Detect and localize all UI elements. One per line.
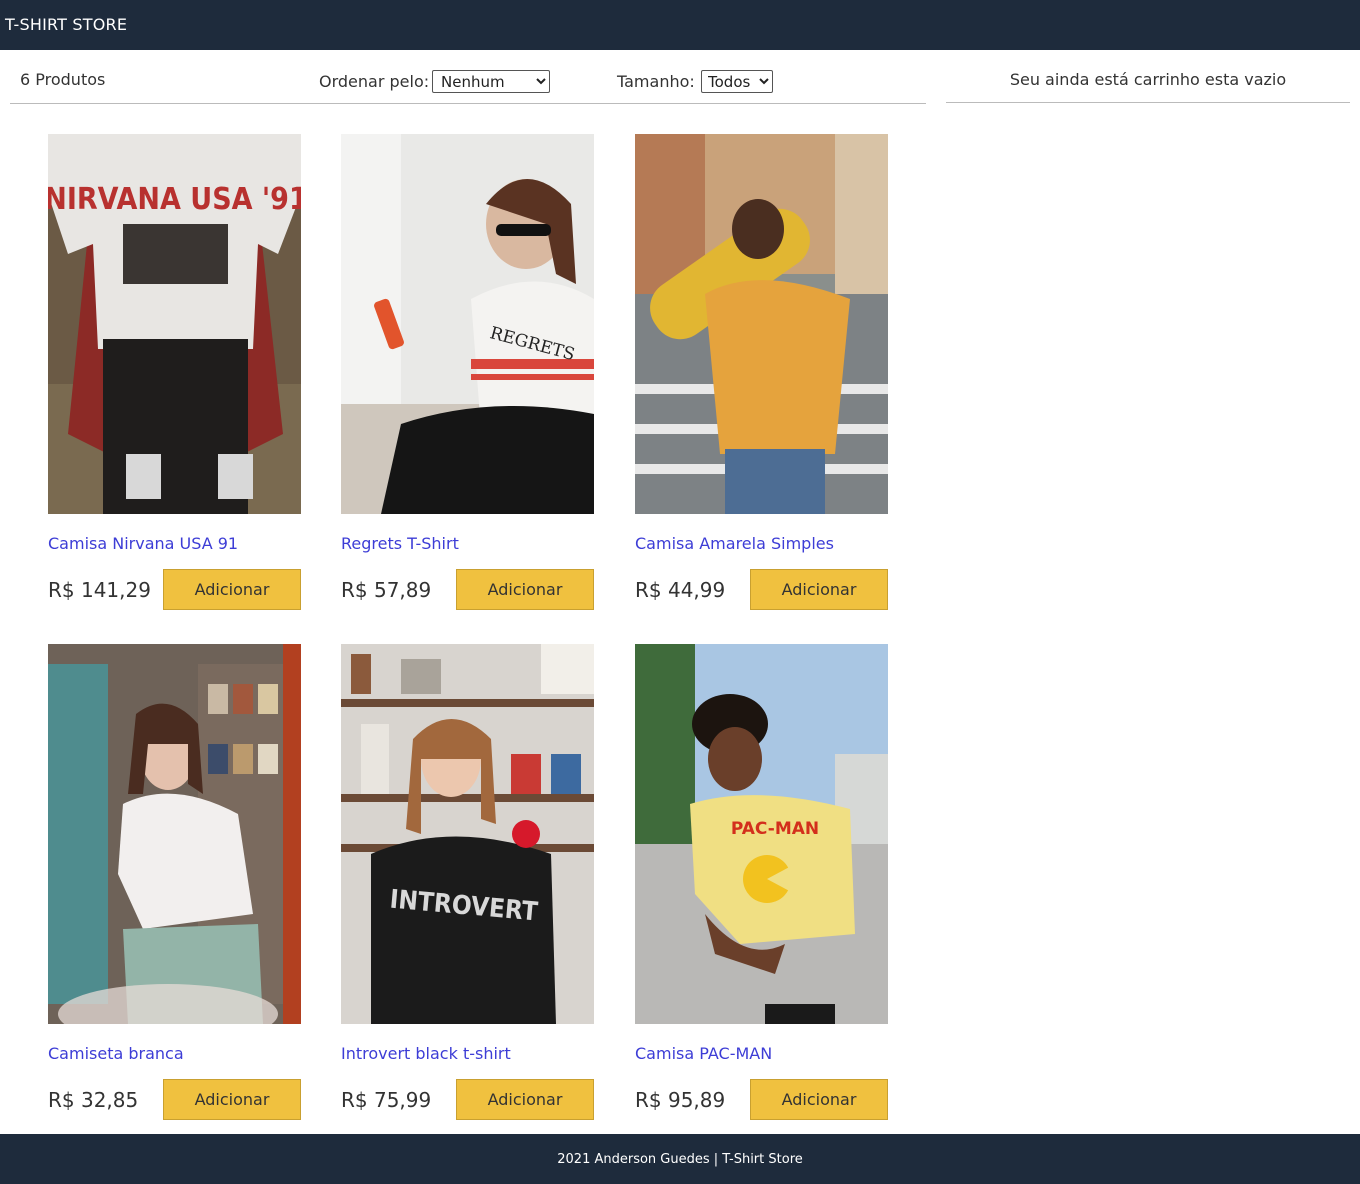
- product-price: R$ 75,99: [341, 1088, 432, 1112]
- product-image[interactable]: [48, 644, 301, 1024]
- product-price: R$ 32,85: [48, 1088, 139, 1112]
- size-select[interactable]: Todos: [701, 70, 773, 93]
- product-card: INTROVERT Introvert black t-shirt R$ 75,…: [341, 644, 594, 1120]
- product-price: R$ 57,89: [341, 578, 432, 602]
- sort-select[interactable]: Nenhum: [432, 70, 550, 93]
- filter-bar: 6 Produtos Ordenar pelo: Nenhum Tamanho:…: [10, 56, 926, 104]
- product-card: PAC-MAN Camisa PAC-MAN R$ 95,89 Adiciona…: [635, 644, 888, 1120]
- product-image[interactable]: NIRVANA USA '91: [48, 134, 301, 514]
- product-card: Camisa Amarela Simples R$ 44,99 Adiciona…: [635, 134, 888, 610]
- introvert-shirt-photo: INTROVERT: [341, 644, 594, 1024]
- product-name-link[interactable]: Camisa Nirvana USA 91: [48, 534, 238, 553]
- product-price: R$ 44,99: [635, 578, 726, 602]
- product-name-link[interactable]: Introvert black t-shirt: [341, 1044, 511, 1063]
- add-to-cart-button[interactable]: Adicionar: [750, 569, 888, 610]
- add-to-cart-button[interactable]: Adicionar: [750, 1079, 888, 1120]
- shirt-print-text: NIRVANA USA '91: [48, 182, 301, 217]
- product-image[interactable]: PAC-MAN: [635, 644, 888, 1024]
- size-label: Tamanho:: [617, 72, 695, 91]
- product-name-link[interactable]: Camisa PAC-MAN: [635, 1044, 772, 1063]
- regrets-shirt-photo: REGRETS: [341, 134, 594, 514]
- sort-label: Ordenar pelo:: [319, 72, 430, 91]
- add-to-cart-button[interactable]: Adicionar: [456, 1079, 594, 1120]
- product-count: 6 Produtos: [20, 70, 106, 89]
- yellow-shirt-photo: [635, 134, 888, 514]
- product-image[interactable]: REGRETS: [341, 134, 594, 514]
- cart-empty-message: Seu ainda está carrinho esta vazio: [1009, 70, 1287, 89]
- product-image[interactable]: [635, 134, 888, 514]
- shirt-print-text: PAC-MAN: [731, 819, 819, 839]
- product-card: NIRVANA USA '91 Camisa Nirvana USA 91 R$…: [48, 134, 301, 610]
- top-navbar: T-SHIRT STORE: [0, 0, 1360, 50]
- add-to-cart-button[interactable]: Adicionar: [163, 1079, 301, 1120]
- white-shirt-photo: [48, 644, 301, 1024]
- product-price: R$ 141,29: [48, 578, 151, 602]
- footer-credits: 2021 Anderson Guedes | T-Shirt Store: [557, 1152, 803, 1167]
- product-name-link[interactable]: Regrets T-Shirt: [341, 534, 459, 553]
- product-name-link[interactable]: Camisa Amarela Simples: [635, 534, 834, 553]
- add-to-cart-button[interactable]: Adicionar: [456, 569, 594, 610]
- product-name-link[interactable]: Camiseta branca: [48, 1044, 184, 1063]
- product-image[interactable]: INTROVERT: [341, 644, 594, 1024]
- pacman-shirt-photo: PAC-MAN: [635, 644, 888, 1024]
- product-card: REGRETS Regrets T-Shirt R$ 57,89 Adicion…: [341, 134, 594, 610]
- add-to-cart-button[interactable]: Adicionar: [163, 569, 301, 610]
- store-brand: T-SHIRT STORE: [5, 15, 128, 34]
- product-price: R$ 95,89: [635, 1088, 726, 1112]
- nirvana-shirt-photo: NIRVANA USA '91: [48, 134, 301, 514]
- cart-panel: Seu ainda está carrinho esta vazio: [946, 56, 1350, 103]
- product-card: Camiseta branca R$ 32,85 Adicionar: [48, 644, 301, 1120]
- footer: 2021 Anderson Guedes | T-Shirt Store: [0, 1134, 1360, 1184]
